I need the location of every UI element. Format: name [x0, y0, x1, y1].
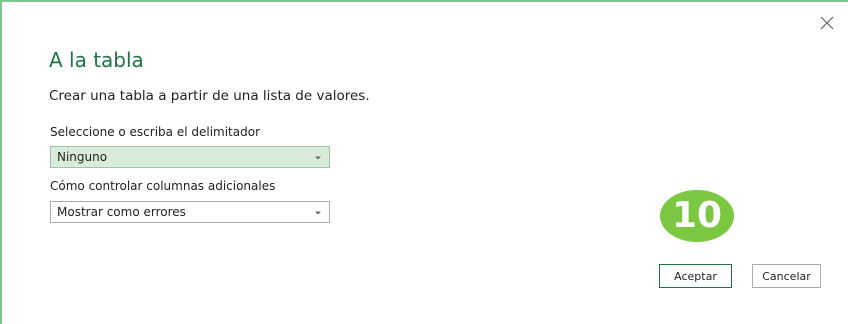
extra-columns-label: Cómo controlar columnas adicionales: [50, 179, 276, 193]
close-icon: [820, 16, 834, 30]
to-table-dialog: A la tabla Crear una tabla a partir de u…: [0, 0, 848, 324]
cancel-button[interactable]: Cancelar: [752, 264, 821, 288]
accept-button[interactable]: Aceptar: [659, 264, 732, 288]
dialog-title: A la tabla: [49, 48, 144, 72]
chevron-down-icon: [315, 211, 321, 215]
extra-columns-select-value: Mostrar como errores: [57, 205, 186, 219]
delimiter-label: Seleccione o escriba el delimitador: [50, 125, 261, 139]
dialog-description: Crear una tabla a partir de una lista de…: [49, 88, 370, 104]
chevron-down-icon: [315, 156, 321, 160]
extra-columns-select[interactable]: Mostrar como errores: [50, 201, 330, 223]
close-button[interactable]: [818, 14, 836, 32]
delimiter-select[interactable]: Ninguno: [50, 146, 330, 168]
delimiter-select-value: Ninguno: [57, 150, 108, 164]
step-number-badge: 10: [660, 190, 734, 242]
